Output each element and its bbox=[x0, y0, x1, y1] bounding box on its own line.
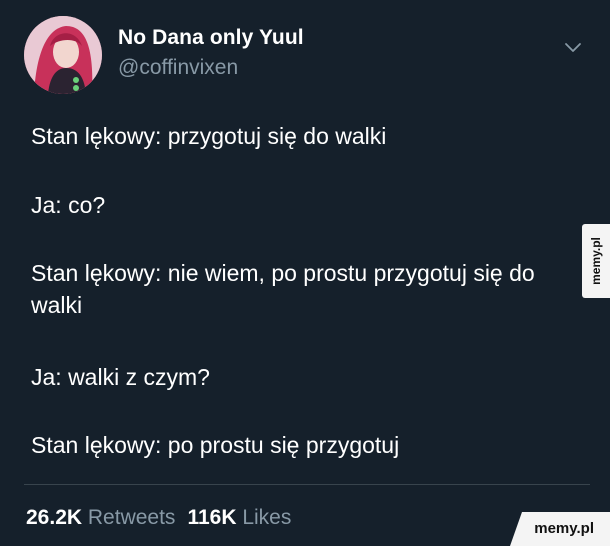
tweet-line: Stan lękowy: nie wiem, po prostu przygot… bbox=[31, 260, 535, 318]
user-handle[interactable]: @coffinvixen bbox=[118, 56, 304, 80]
tweet-stats: 26.2K Retweets 116K Likes bbox=[26, 506, 291, 530]
avatar[interactable] bbox=[24, 16, 102, 94]
tweet-line: Stan lękowy: po prostu się przygotuj bbox=[31, 432, 400, 458]
side-watermark-text: memy.pl bbox=[589, 237, 603, 285]
tweet-header: No Dana only Yuul @coffinvixen bbox=[24, 16, 586, 96]
retweets-link[interactable]: 26.2K Retweets bbox=[26, 506, 175, 529]
retweets-count: 26.2K bbox=[26, 506, 83, 529]
tweet-line: Stan lękowy: przygotuj się do walki bbox=[31, 123, 387, 149]
corner-watermark-text: memy.pl bbox=[534, 520, 594, 537]
likes-count: 116K bbox=[187, 506, 237, 529]
chevron-down-icon[interactable] bbox=[564, 38, 582, 56]
side-watermark: memy.pl bbox=[582, 224, 610, 298]
avatar-illustration bbox=[24, 16, 102, 94]
retweets-label: Retweets bbox=[87, 506, 176, 529]
divider bbox=[24, 484, 590, 485]
likes-link[interactable]: 116K Likes bbox=[187, 506, 291, 529]
tweet-line: Ja: walki z czym? bbox=[31, 364, 210, 390]
tweet-line: Ja: co? bbox=[31, 192, 106, 218]
corner-watermark: memy.pl bbox=[510, 512, 610, 546]
likes-label: Likes bbox=[242, 506, 292, 529]
author-block[interactable]: No Dana only Yuul @coffinvixen bbox=[118, 26, 304, 80]
display-name[interactable]: No Dana only Yuul bbox=[118, 26, 304, 50]
